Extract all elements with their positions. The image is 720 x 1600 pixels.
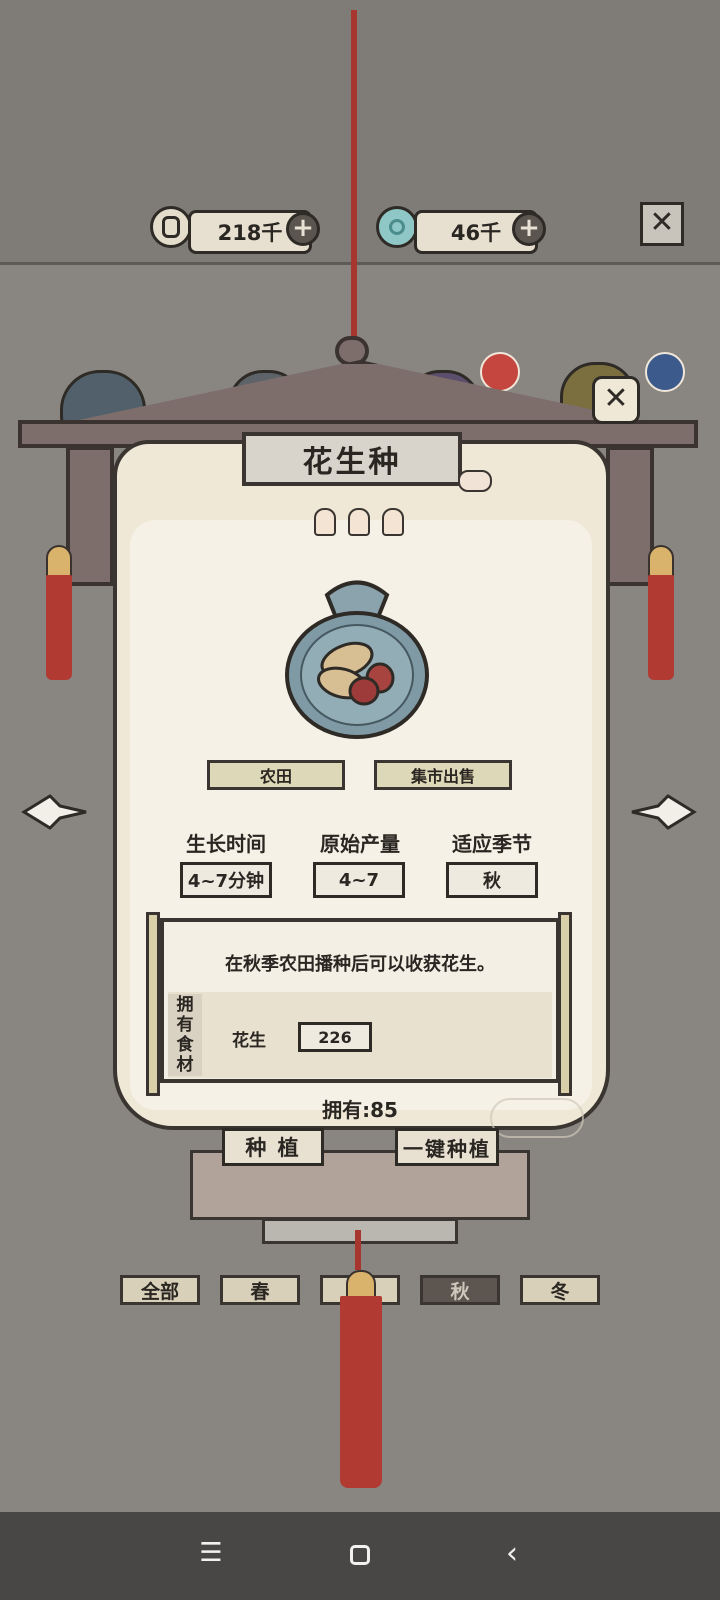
seal-icon [645, 352, 685, 392]
tassel-right [648, 575, 674, 680]
tag-farmland: 农田 [207, 760, 345, 790]
stat-label-growth-time: 生长时间 [186, 832, 266, 856]
plant-button-label: 种 植 [245, 1136, 301, 1160]
jade-icon [376, 206, 418, 248]
coin-icon [150, 206, 192, 248]
stat-value-growth-time: 4~7分钟 [180, 862, 272, 898]
frame-post-left [66, 446, 114, 586]
ingredients-label-char: 有 [176, 1015, 194, 1035]
jade-balance-value: 46千 [450, 221, 502, 245]
cloud-icon [458, 470, 492, 492]
tag-farmland-label: 农田 [259, 767, 292, 786]
stat-value-season: 秋 [446, 862, 538, 898]
rarity-stars [314, 508, 404, 538]
close-icon[interactable]: ✕ [640, 202, 684, 246]
item-description: 在秋季农田播种后可以收获花生。 [225, 954, 495, 975]
tag-market-sale: 集市出售 [374, 760, 512, 790]
home-icon[interactable] [350, 1545, 370, 1565]
teapot-icon [490, 1098, 584, 1138]
ingredients-label-char: 拥 [176, 995, 194, 1015]
item-title: 花生种 [242, 432, 462, 486]
plant-button[interactable]: 种 植 [222, 1128, 324, 1166]
star-icon [382, 508, 404, 536]
plant-all-button-label: 一键种植 [403, 1136, 491, 1161]
frame-post-right [606, 446, 654, 586]
ingredients-label-char: 食 [176, 1035, 194, 1055]
stat-label-season: 适应季节 [452, 832, 532, 856]
add-coins-button[interactable]: + [286, 212, 320, 246]
tab-all[interactable]: 全部 [120, 1275, 200, 1305]
lower-cord [355, 1230, 361, 1270]
item-title-text: 花生种 [302, 445, 402, 480]
stat-value-base-yield: 4~7 [313, 862, 405, 898]
tassel-right-cap [648, 545, 674, 577]
ingredient-name: 花生 [232, 1031, 266, 1051]
tassel-bottom-cap [346, 1270, 376, 1298]
stat-label-base-yield: 原始产量 [320, 832, 400, 856]
tassel-left [46, 575, 72, 680]
arrow-left-icon[interactable] [20, 792, 90, 832]
plant-all-button[interactable]: 一键种植 [395, 1128, 499, 1166]
tab-autumn-label: 秋 [450, 1280, 470, 1303]
ingredients-label-char: 材 [176, 1055, 194, 1075]
owned-count: 拥有:85 [322, 1098, 398, 1122]
stat-value-season-text: 秋 [483, 871, 501, 892]
tassel-left-cap [46, 545, 72, 577]
tassel-bottom [340, 1296, 382, 1488]
ingredient-count: 226 [298, 1022, 372, 1052]
top-bar [0, 0, 720, 265]
arrow-right-icon[interactable] [628, 792, 698, 832]
tab-winter[interactable]: 冬 [520, 1275, 600, 1305]
add-jade-button[interactable]: + [512, 212, 546, 246]
star-icon [314, 508, 336, 536]
tab-spring[interactable]: 春 [220, 1275, 300, 1305]
stat-value-growth-time-text: 4~7分钟 [187, 871, 265, 892]
star-icon [348, 508, 370, 536]
stat-value-base-yield-text: 4~7 [338, 869, 380, 891]
hanging-cord [351, 10, 357, 340]
close-icon[interactable]: ✕ [592, 376, 640, 424]
peanut-seed-bag-image [282, 575, 432, 740]
ingredient-count-text: 226 [318, 1027, 352, 1047]
tag-market-sale-label: 集市出售 [410, 767, 475, 786]
tab-spring-label: 春 [250, 1280, 270, 1303]
tab-autumn[interactable]: 秋 [420, 1275, 500, 1305]
seal-icon [480, 352, 520, 392]
coin-balance-value: 218千 [217, 221, 283, 245]
back-icon[interactable]: ‹ [492, 1536, 532, 1571]
menu-icon[interactable]: ☰ [191, 1538, 231, 1568]
tab-all-label: 全部 [140, 1280, 179, 1303]
scroll-rod-left [146, 912, 160, 1096]
tab-winter-label: 冬 [550, 1280, 570, 1303]
ingredients-label: 拥 有 食 材 [168, 994, 202, 1076]
scroll-rod-right [558, 912, 572, 1096]
